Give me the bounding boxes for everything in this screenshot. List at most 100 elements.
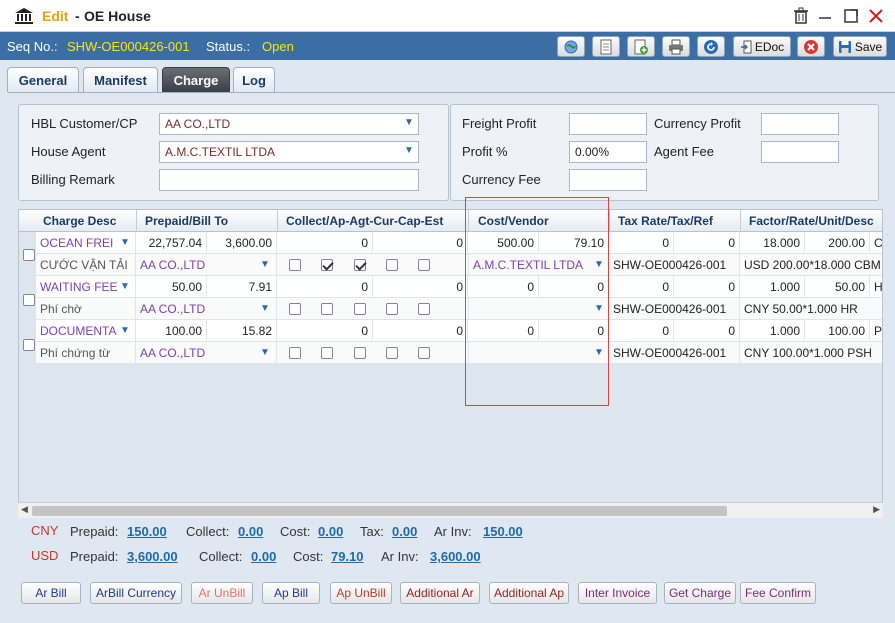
charge-row[interactable]: WAITING FEE ▼ 50.00 7.91 0 0 0 0 0 0 1.0… <box>36 276 882 298</box>
edoc-button[interactable]: EDoc <box>733 36 791 57</box>
currency-profit-input[interactable] <box>761 113 839 135</box>
unit[interactable]: P <box>874 320 882 342</box>
prepaid-amount[interactable]: 50.00 <box>136 276 207 298</box>
refresh-button[interactable] <box>697 36 725 57</box>
cny-collect-link[interactable]: 0.00 <box>238 524 263 539</box>
tax-ref[interactable]: SHW-OE000426-001 <box>609 342 740 364</box>
billing-remark-input[interactable] <box>159 169 419 191</box>
freight-profit-input[interactable] <box>569 113 647 135</box>
col-tax-rate[interactable]: Tax Rate/Tax/Ref <box>618 214 713 228</box>
cur-checkbox[interactable] <box>354 303 366 315</box>
rate[interactable]: 50.00 <box>805 276 870 298</box>
fee-confirm-button[interactable]: Fee Confirm <box>740 582 816 604</box>
collect-amount[interactable]: 0 <box>277 276 373 298</box>
trash-icon[interactable] <box>791 6 811 26</box>
scroll-right-icon[interactable]: ▶ <box>873 504 880 515</box>
print-button[interactable] <box>662 36 690 57</box>
rate[interactable]: 200.00 <box>805 232 870 254</box>
tax-amount[interactable]: 0 <box>674 320 740 342</box>
scroll-left-icon[interactable]: ◀ <box>21 504 28 515</box>
usd-cost-link[interactable]: 79.10 <box>331 549 364 564</box>
unit[interactable]: H <box>874 276 882 298</box>
usd-collect-link[interactable]: 0.00 <box>251 549 276 564</box>
ar-bill-button[interactable]: Ar Bill <box>21 582 81 604</box>
cost-base-amount[interactable]: 79.10 <box>539 232 609 254</box>
chevron-down-icon[interactable]: ▼ <box>592 254 606 276</box>
cny-cost-link[interactable]: 0.00 <box>318 524 343 539</box>
collect-base-amount[interactable]: 0 <box>373 232 468 254</box>
horizontal-scrollbar[interactable]: ◀ ▶ <box>18 502 883 518</box>
cur-checkbox[interactable] <box>354 259 366 271</box>
tax-amount[interactable]: 0 <box>674 276 740 298</box>
charge-row[interactable]: DOCUMENTA ▼ 100.00 15.82 0 0 0 0 0 0 1.0… <box>36 320 882 342</box>
chevron-down-icon[interactable]: ▼ <box>118 320 132 342</box>
tab-manifest[interactable]: Manifest <box>83 67 158 92</box>
chevron-down-icon[interactable]: ▼ <box>258 298 272 320</box>
unit-desc[interactable]: USD 200.00*18.000 CBM <box>740 254 882 276</box>
charge-row[interactable]: OCEAN FREI ▼ 22,757.04 3,600.00 0 0 500.… <box>36 232 882 254</box>
cur-checkbox[interactable] <box>354 347 366 359</box>
usd-prepaid-link[interactable]: 3,600.00 <box>127 549 178 564</box>
est-checkbox[interactable] <box>418 303 430 315</box>
minimize-icon[interactable] <box>815 6 835 26</box>
cap-checkbox[interactable] <box>386 303 398 315</box>
add-document-button[interactable] <box>627 36 655 57</box>
prepaid-base-amount[interactable]: 15.82 <box>207 320 277 342</box>
factor[interactable]: 1.000 <box>740 276 805 298</box>
ar-unbill-button[interactable]: Ar UnBill <box>191 582 253 604</box>
tax-rate[interactable]: 0 <box>609 232 674 254</box>
est-checkbox[interactable] <box>418 259 430 271</box>
chevron-down-icon[interactable]: ▼ <box>118 276 132 298</box>
agt-checkbox[interactable] <box>321 347 333 359</box>
arbill-currency-button[interactable]: ArBill Currency <box>90 582 182 604</box>
col-factor-rate[interactable]: Factor/Rate/Unit/Desc <box>749 214 874 228</box>
cny-ar-inv-link[interactable]: 150.00 <box>483 524 523 539</box>
ap-unbill-button[interactable]: Ap UnBill <box>330 582 392 604</box>
cost-amount[interactable]: 500.00 <box>468 232 539 254</box>
agt-checkbox[interactable] <box>321 303 333 315</box>
cancel-button[interactable] <box>797 36 825 57</box>
globe-button[interactable] <box>557 36 585 57</box>
factor[interactable]: 1.000 <box>740 320 805 342</box>
additional-ap-button[interactable]: Additional Ap <box>489 582 569 604</box>
cap-checkbox[interactable] <box>386 347 398 359</box>
charge-row-detail[interactable]: CƯỚC VẬN TẢI AA CO.,LTD ▼ A.M.C.TEXTIL L… <box>36 254 882 276</box>
collect-base-amount[interactable]: 0 <box>373 320 468 342</box>
factor[interactable]: 18.000 <box>740 232 805 254</box>
agt-checkbox[interactable] <box>321 259 333 271</box>
collect-amount[interactable]: 0 <box>277 320 373 342</box>
ap-checkbox[interactable] <box>289 347 301 359</box>
unit[interactable]: C <box>874 232 882 254</box>
ap-checkbox[interactable] <box>289 303 301 315</box>
rate[interactable]: 100.00 <box>805 320 870 342</box>
unit-desc[interactable]: CNY 50.00*1.000 HR <box>740 298 882 320</box>
col-cost-vendor[interactable]: Cost/Vendor <box>478 214 549 228</box>
inter-invoice-button[interactable]: Inter Invoice <box>578 582 657 604</box>
tax-rate[interactable]: 0 <box>609 320 674 342</box>
collect-base-amount[interactable]: 0 <box>373 276 468 298</box>
tab-charge[interactable]: Charge <box>162 67 230 92</box>
chevron-down-icon[interactable]: ▼ <box>258 342 272 364</box>
chevron-down-icon[interactable]: ▼ <box>402 145 416 159</box>
est-checkbox[interactable] <box>418 347 430 359</box>
profit-percent-input[interactable]: 0.00% <box>569 141 647 163</box>
charge-row-detail[interactable]: Phí chờ AA CO.,LTD ▼ ▼ SHW-OE000426-001 … <box>36 298 882 320</box>
prepaid-base-amount[interactable]: 3,600.00 <box>207 232 277 254</box>
cost-amount[interactable]: 0 <box>468 320 539 342</box>
prepaid-base-amount[interactable]: 7.91 <box>207 276 277 298</box>
chevron-down-icon[interactable]: ▼ <box>402 117 416 131</box>
tab-general[interactable]: General <box>7 67 79 92</box>
house-agent-select[interactable]: A.M.C.TEXTIL LTDA ▼ <box>159 141 419 163</box>
prepaid-amount[interactable]: 22,757.04 <box>136 232 207 254</box>
tax-ref[interactable]: SHW-OE000426-001 <box>609 254 740 276</box>
document-button[interactable] <box>592 36 620 57</box>
hbl-customer-select[interactable]: AA CO.,LTD ▼ <box>159 113 419 135</box>
cost-base-amount[interactable]: 0 <box>539 276 609 298</box>
row-select-checkbox[interactable] <box>23 294 35 306</box>
vendor[interactable] <box>468 342 609 364</box>
usd-ar-inv-link[interactable]: 3,600.00 <box>430 549 481 564</box>
cny-prepaid-link[interactable]: 150.00 <box>127 524 167 539</box>
charge-row-detail[interactable]: Phí chứng từ AA CO.,LTD ▼ ▼ SHW-OE000426… <box>36 342 882 364</box>
row-select-checkbox[interactable] <box>23 339 35 351</box>
cny-tax-link[interactable]: 0.00 <box>392 524 417 539</box>
